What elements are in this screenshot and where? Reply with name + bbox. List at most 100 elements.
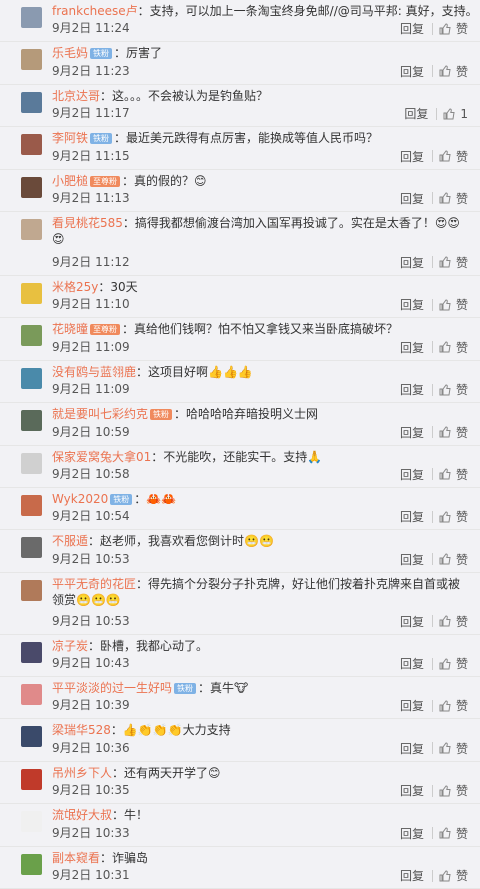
comment-text: ：这项目好啊👍👍👍 <box>136 364 253 379</box>
reply-button[interactable]: 回复 <box>400 296 424 313</box>
comment-actions: 回复 赞 <box>400 254 468 271</box>
reply-button[interactable]: 回复 <box>400 508 424 525</box>
like-button[interactable]: 赞 <box>439 466 468 483</box>
avatar[interactable] <box>21 853 42 875</box>
commenter-name[interactable]: 小肥槌 <box>52 174 88 188</box>
reply-button[interactable]: 回复 <box>400 697 424 714</box>
commenter-name[interactable]: Wyk2020 <box>52 492 108 506</box>
commenter-name[interactable]: 平平无奇的花匠 <box>52 577 136 591</box>
reply-button[interactable]: 回复 <box>400 551 424 568</box>
commenter-name[interactable]: 副本窥看 <box>52 851 100 865</box>
reply-button[interactable]: 回复 <box>400 339 424 356</box>
like-button[interactable]: 赞 <box>439 254 468 271</box>
like-button[interactable]: 赞 <box>439 740 468 757</box>
like-button[interactable]: 赞 <box>439 508 468 525</box>
avatar[interactable] <box>21 282 42 304</box>
commenter-name[interactable]: 凉子炭 <box>52 639 88 653</box>
divider <box>431 699 433 712</box>
comment-line: 流氓好大叔：牛！ <box>52 807 470 823</box>
like-button[interactable]: 赞 <box>439 296 468 313</box>
commenter-name[interactable]: 梁瑞华528 <box>52 723 111 737</box>
divider <box>436 107 438 120</box>
comment-time: 9月2日 11:17 <box>52 106 130 121</box>
reply-button[interactable]: 回复 <box>400 782 424 799</box>
commenter-name[interactable]: 不服遁 <box>52 534 88 548</box>
like-button[interactable]: 赞 <box>439 381 468 398</box>
reply-button[interactable]: 回复 <box>400 190 424 207</box>
avatar[interactable] <box>21 325 42 347</box>
comment-actions: 回复 赞 <box>400 697 468 714</box>
reply-button[interactable]: 回复 <box>400 825 424 842</box>
avatar[interactable] <box>21 494 42 516</box>
avatar[interactable] <box>21 768 42 790</box>
comment-line: 不服遁：赵老师，我喜欢看您倒计时😬😬 <box>52 533 470 549</box>
thumbs-up-icon <box>439 870 451 882</box>
avatar[interactable] <box>21 684 42 706</box>
like-button[interactable]: 赞 <box>439 148 468 165</box>
reply-button[interactable]: 回复 <box>400 424 424 441</box>
like-button[interactable]: 赞 <box>439 424 468 441</box>
reply-button[interactable]: 回复 <box>400 655 424 672</box>
commenter-name[interactable]: 米格25y <box>52 280 98 294</box>
commenter-name[interactable]: 乐毛妈 <box>52 46 88 60</box>
avatar[interactable] <box>21 49 42 71</box>
avatar[interactable] <box>21 726 42 748</box>
comment-line: 乐毛妈 铁粉 ：厉害了 <box>52 45 470 61</box>
reply-button[interactable]: 回复 <box>400 740 424 757</box>
commenter-name[interactable]: 吊州乡下人 <box>52 766 112 780</box>
reply-button[interactable]: 回复 <box>400 148 424 165</box>
like-button[interactable]: 赞 <box>439 782 468 799</box>
commenter-name[interactable]: 李阿铁 <box>52 131 88 145</box>
like-count: 赞 <box>455 149 468 164</box>
commenter-name[interactable]: 保家爱窝兔大拿01 <box>52 450 151 464</box>
commenter-name[interactable]: 北京达哥 <box>52 89 100 103</box>
commenter-name[interactable]: 就是要叫七彩约克 <box>52 407 148 421</box>
like-button[interactable]: 1 <box>443 107 468 121</box>
avatar[interactable] <box>21 579 42 601</box>
like-button[interactable]: 赞 <box>439 613 468 630</box>
avatar[interactable] <box>21 641 42 663</box>
reply-button[interactable]: 回复 <box>404 105 428 122</box>
reply-button[interactable]: 回复 <box>400 867 424 884</box>
like-button[interactable]: 赞 <box>439 867 468 884</box>
like-button[interactable]: 赞 <box>439 551 468 568</box>
like-button[interactable]: 赞 <box>439 825 468 842</box>
comment-time: 9月2日 11:24 <box>52 21 130 36</box>
commenter-name[interactable]: 没有鸥与蓝翎鹿 <box>52 365 136 379</box>
avatar[interactable] <box>21 452 42 474</box>
avatar[interactable] <box>21 176 42 198</box>
avatar[interactable] <box>21 811 42 833</box>
reply-button[interactable]: 回复 <box>400 20 424 37</box>
comment-line: Wyk2020 铁粉 ：🦀🦀 <box>52 491 470 507</box>
avatar[interactable] <box>21 410 42 432</box>
avatar[interactable] <box>21 218 42 240</box>
avatar[interactable] <box>21 367 42 389</box>
commenter-name[interactable]: 平平淡淡的过一生好吗 <box>52 681 172 695</box>
avatar[interactable] <box>21 7 42 28</box>
avatar[interactable] <box>21 134 42 156</box>
like-button[interactable]: 赞 <box>439 655 468 672</box>
like-button[interactable]: 赞 <box>439 339 468 356</box>
reply-button[interactable]: 回复 <box>400 63 424 80</box>
avatar[interactable] <box>21 91 42 113</box>
comment-line: 看見桃花585：搞得我都想偷渡台湾加入国军再投诚了。实在是太香了！😍😍😍 <box>52 215 470 247</box>
like-button[interactable]: 赞 <box>439 20 468 37</box>
reply-button[interactable]: 回复 <box>400 613 424 630</box>
commenter-name[interactable]: 花晓曈 <box>52 322 88 336</box>
like-count: 赞 <box>455 425 468 440</box>
like-button[interactable]: 赞 <box>439 697 468 714</box>
like-button[interactable]: 赞 <box>439 63 468 80</box>
reply-button[interactable]: 回复 <box>400 381 424 398</box>
like-count: 赞 <box>455 340 468 355</box>
commenter-name[interactable]: frankcheese卢 <box>52 4 138 18</box>
like-button[interactable]: 赞 <box>439 190 468 207</box>
reply-button[interactable]: 回复 <box>400 254 424 271</box>
commenter-name[interactable]: 流氓好大叔 <box>52 808 112 822</box>
comment-time: 9月2日 10:39 <box>52 698 130 713</box>
reply-button[interactable]: 回复 <box>400 466 424 483</box>
commenter-name[interactable]: 看見桃花585 <box>52 216 123 230</box>
avatar[interactable] <box>21 537 42 559</box>
comment-row: 花晓曈 至尊粉 ：真给他们钱啊？怕不怕又拿钱又来当卧底搞破坏？ 9月2日 11:09… <box>0 318 480 361</box>
comment-time: 9月2日 10:36 <box>52 740 130 755</box>
thumbs-up-icon <box>439 23 451 35</box>
